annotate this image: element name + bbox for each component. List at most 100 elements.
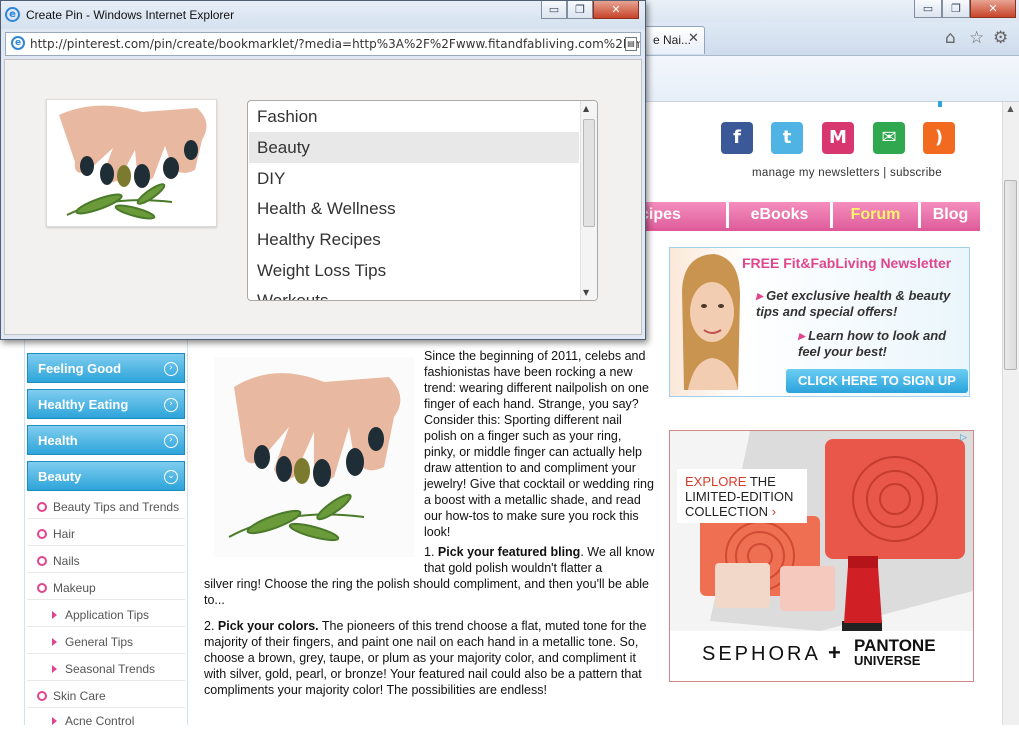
chevron-right-icon: › bbox=[164, 398, 178, 412]
explore-label: EXPLORE bbox=[685, 474, 747, 489]
manage-newsletters-link[interactable]: manage my newsletters | subscribe bbox=[752, 167, 942, 179]
nav-blog-label: Blog bbox=[932, 206, 969, 223]
accent-mark bbox=[938, 101, 942, 107]
subitem-label: Hair bbox=[53, 527, 76, 541]
settings-gear-icon[interactable]: ⚙ bbox=[993, 28, 1008, 48]
sidebar-subitem-seasonal-trends[interactable]: Seasonal Trends bbox=[52, 659, 155, 679]
article-intro: Since the beginning of 2011, celebs and … bbox=[424, 349, 654, 539]
sidebar-subitem-hair[interactable]: Hair bbox=[37, 524, 75, 544]
subitem-label: Makeup bbox=[53, 581, 96, 595]
popup-address-bar[interactable]: e http://pinterest.com/pin/create/bookma… bbox=[5, 32, 641, 56]
sephora-callout: EXPLORE THE LIMITED-EDITION COLLECTION › bbox=[677, 469, 807, 523]
subitem-label: Beauty Tips and Trends bbox=[53, 500, 180, 514]
page-report-icon[interactable]: ▤ bbox=[625, 37, 637, 51]
point-number: 1. bbox=[424, 545, 435, 559]
scroll-down-arrow-icon[interactable]: ▼ bbox=[583, 288, 589, 297]
bullet-icon bbox=[37, 556, 47, 566]
board-select-list[interactable]: Fashion Beauty DIY Health & Wellness Hea… bbox=[247, 100, 598, 301]
sidebar-item-feeling-good[interactable]: Feeling Good › bbox=[27, 353, 185, 383]
nav-ebooks[interactable]: eBooks bbox=[729, 202, 830, 228]
board-list-scroll-thumb[interactable] bbox=[583, 119, 595, 227]
triangle-bullet-icon bbox=[52, 638, 57, 646]
bg-restore-button[interactable]: ❐ bbox=[942, 0, 970, 18]
board-option[interactable]: Weight Loss Tips bbox=[249, 255, 579, 286]
bg-close-button[interactable]: ✕ bbox=[970, 0, 1016, 18]
divider bbox=[27, 626, 185, 627]
divider bbox=[27, 707, 185, 708]
collection-label: COLLECTION bbox=[685, 504, 769, 519]
blog-icon[interactable]: M bbox=[822, 122, 854, 154]
bg-minimize-button[interactable]: ▭ bbox=[914, 0, 942, 18]
bullet-icon bbox=[37, 583, 47, 593]
point-number: 2. bbox=[204, 619, 215, 633]
divider bbox=[27, 599, 185, 600]
favorites-star-icon[interactable]: ☆ bbox=[969, 28, 984, 48]
article-point-1-text: silver ring! Choose the ring the polish … bbox=[204, 577, 650, 607]
arrow-right-icon: › bbox=[768, 504, 777, 519]
home-icon[interactable]: ⌂ bbox=[945, 28, 956, 48]
twitter-icon[interactable]: t bbox=[771, 122, 803, 154]
scroll-up-arrow-icon[interactable]: ▲ bbox=[1004, 104, 1017, 118]
triangle-bullet-icon bbox=[52, 717, 57, 725]
sidebar-subitem-makeup[interactable]: Makeup bbox=[37, 578, 96, 598]
sephora-ad[interactable]: EXPLORE THE LIMITED-EDITION COLLECTION ›… bbox=[669, 430, 974, 682]
sidebar-item-healthy-eating[interactable]: Healthy Eating › bbox=[27, 389, 185, 419]
sidebar-label: Feeling Good bbox=[38, 361, 122, 376]
board-option[interactable]: Fashion bbox=[249, 101, 579, 132]
signup-button[interactable]: CLICK HERE TO SIGN UP bbox=[786, 369, 968, 393]
nav-recipes-label: cipes bbox=[640, 206, 681, 223]
create-pin-popup: e Create Pin - Windows Internet Explorer… bbox=[0, 0, 646, 340]
sidebar-item-beauty[interactable]: Beauty ⌄ bbox=[27, 461, 185, 491]
board-option[interactable]: DIY bbox=[249, 163, 579, 194]
limited-label: LIMITED-EDITION bbox=[685, 489, 794, 504]
pink-arrow-icon: ▸ bbox=[756, 288, 767, 303]
sidebar-subitem-skin-care[interactable]: Skin Care bbox=[37, 686, 106, 706]
triangle-bullet-icon bbox=[52, 611, 57, 619]
divider bbox=[27, 545, 185, 546]
email-icon[interactable]: ✉ bbox=[873, 122, 905, 154]
chevron-down-icon: ⌄ bbox=[164, 470, 178, 484]
newsletter-ad[interactable]: FREE Fit&FabLiving Newsletter ▸ Get excl… bbox=[669, 247, 970, 397]
board-option-selected[interactable]: Beauty bbox=[249, 132, 579, 163]
free-label: FREE bbox=[742, 255, 780, 271]
nav-forum[interactable]: Forum bbox=[833, 202, 918, 228]
pink-arrow-icon: ▸ bbox=[798, 328, 809, 343]
chevron-right-icon: › bbox=[164, 434, 178, 448]
nav-recipes[interactable]: cipes bbox=[640, 202, 726, 228]
page-favicon-icon: e bbox=[11, 36, 25, 50]
popup-minimize-button[interactable]: ▭ bbox=[541, 1, 567, 19]
sidebar-subitem-general-tips[interactable]: General Tips bbox=[52, 632, 133, 652]
popup-close-button[interactable]: ✕ bbox=[593, 1, 639, 19]
sidebar-label: Healthy Eating bbox=[38, 397, 129, 412]
facebook-icon[interactable]: f bbox=[721, 122, 753, 154]
nav-blog[interactable]: Blog bbox=[921, 202, 980, 228]
sephora-footer: SEPHORA + PANTONE UNIVERSE bbox=[670, 631, 973, 681]
url-path: /pin/create/bookmarklet/?media=http%3A%2… bbox=[149, 37, 641, 51]
sidebar-subitem-application-tips[interactable]: Application Tips bbox=[52, 605, 149, 625]
makeup-palette-image bbox=[670, 431, 973, 631]
sidebar-subitem-beauty-tips[interactable]: Beauty Tips and Trends bbox=[37, 497, 179, 517]
newsletter-line2: ▸ Learn how to look and feel your best! bbox=[798, 328, 968, 360]
board-option[interactable]: Health & Wellness bbox=[249, 193, 579, 224]
popup-restore-button[interactable]: ❐ bbox=[567, 1, 593, 19]
page-scroll-thumb[interactable] bbox=[1004, 180, 1017, 370]
subitem-label: Acne Control bbox=[65, 714, 135, 728]
woman-portrait bbox=[682, 254, 740, 390]
divider bbox=[27, 680, 185, 681]
rss-icon[interactable]: ) bbox=[923, 122, 955, 154]
board-option[interactable]: Healthy Recipes bbox=[249, 224, 579, 255]
sidebar-label: Health bbox=[38, 433, 78, 448]
board-option[interactable]: Workouts bbox=[249, 285, 579, 300]
sidebar-subitem-acne-control[interactable]: Acne Control bbox=[52, 711, 134, 731]
tab-close-icon[interactable]: ✕ bbox=[688, 31, 699, 46]
bullet-icon bbox=[37, 691, 47, 701]
sidebar-item-health[interactable]: Health › bbox=[27, 425, 185, 455]
scroll-up-arrow-icon[interactable]: ▲ bbox=[583, 104, 589, 113]
newsletter-line2-text: Learn how to look and feel your best! bbox=[798, 328, 947, 359]
sidebar-subitem-nails[interactable]: Nails bbox=[37, 551, 80, 571]
nav-underline bbox=[640, 228, 980, 231]
sidebar-label: Beauty bbox=[38, 469, 82, 484]
plus-sign: + bbox=[828, 640, 841, 665]
adchoices-icon[interactable]: ▷ bbox=[960, 433, 972, 445]
url-host: http://pinterest.com bbox=[30, 37, 150, 51]
